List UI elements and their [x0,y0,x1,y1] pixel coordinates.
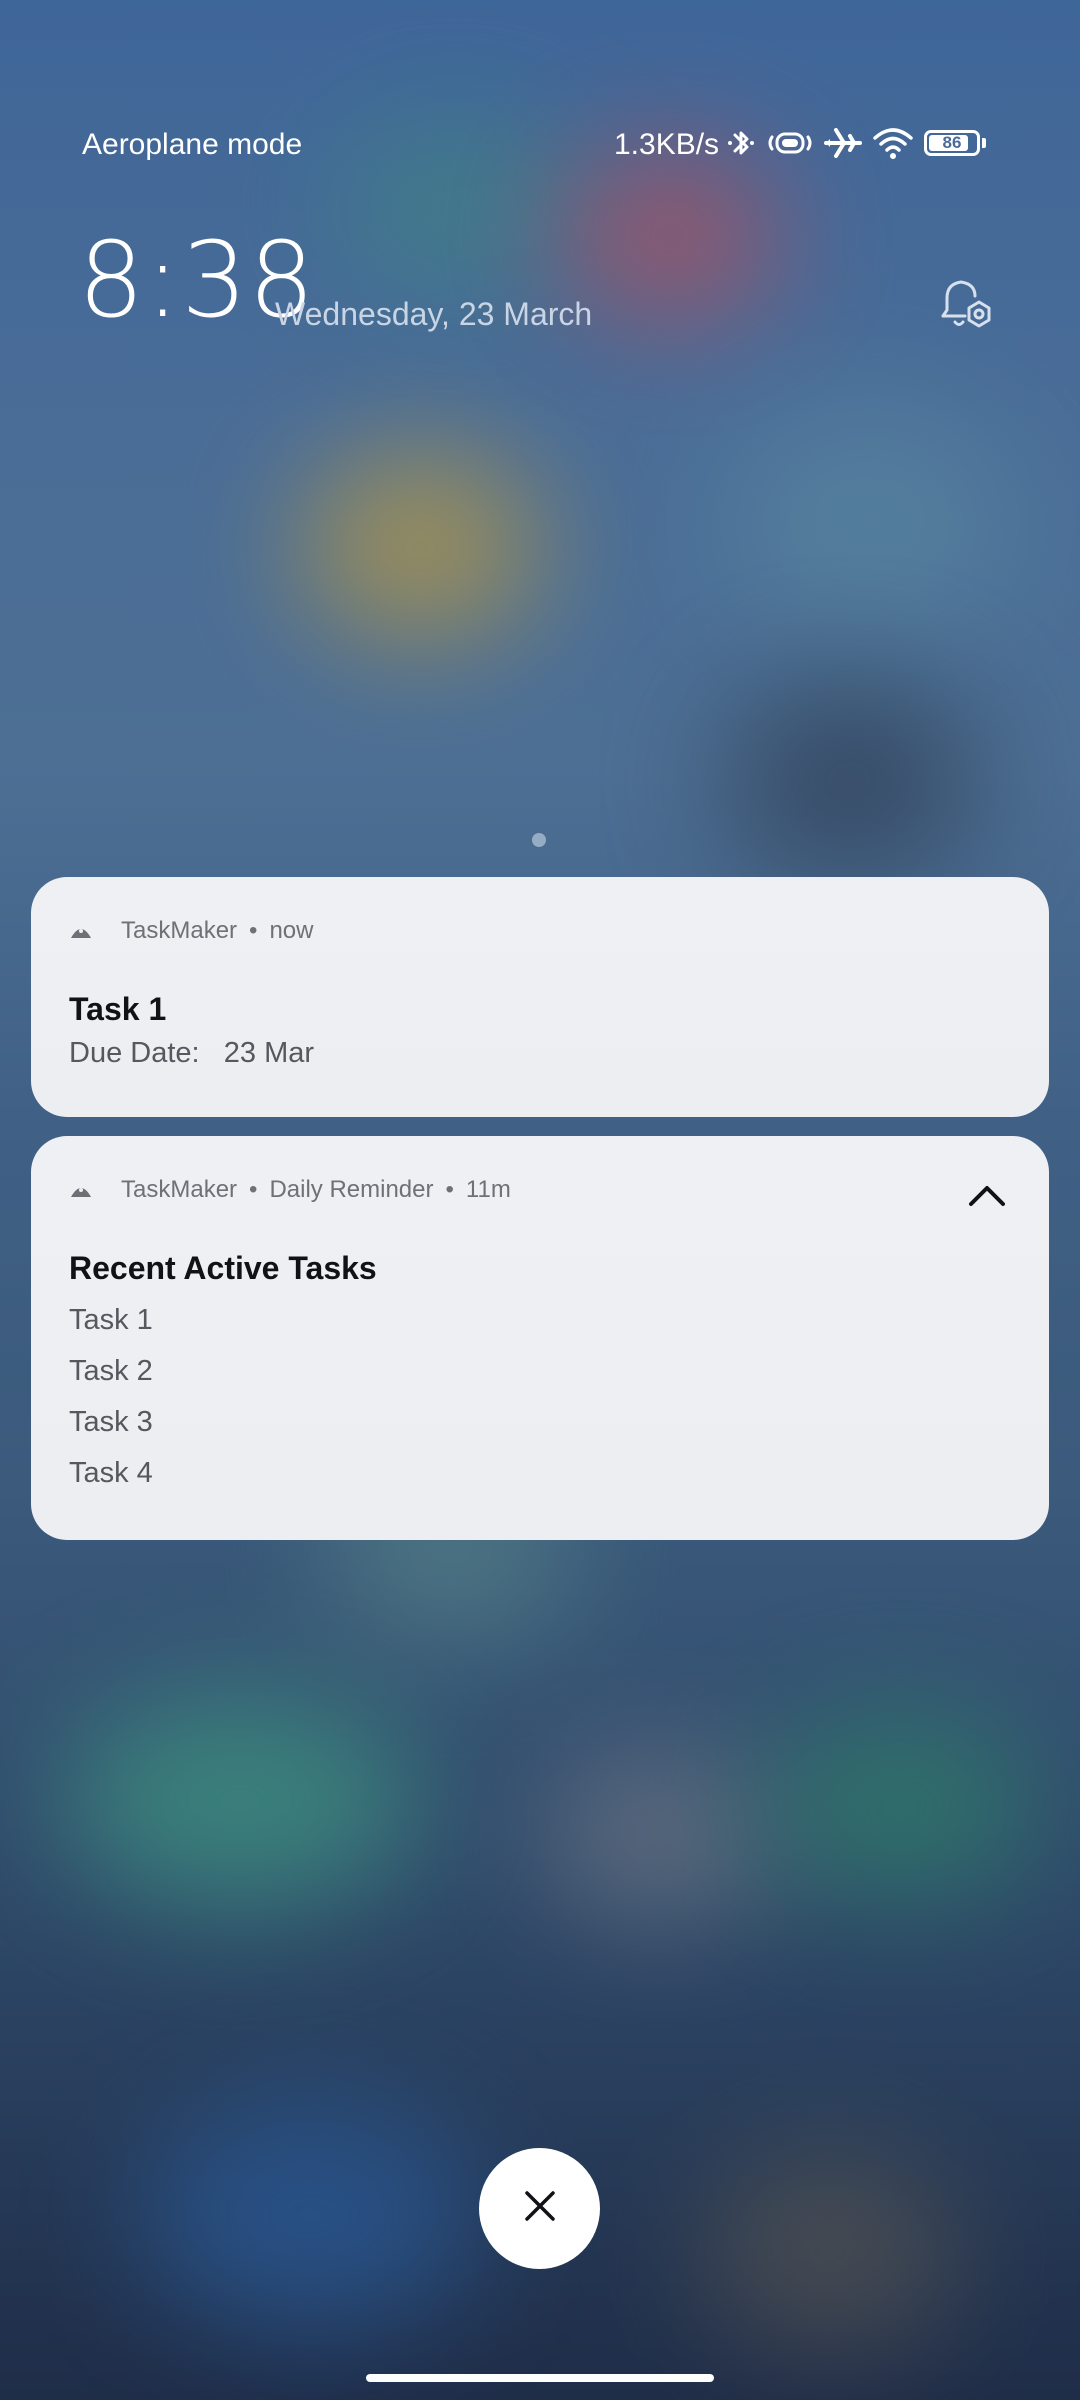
app-icon [69,921,93,941]
wallpaper-blob [560,150,780,320]
home-indicator[interactable] [366,2374,714,2382]
task-item: Task 3 [69,1406,153,1438]
notification-title: Task 1 [69,991,167,1027]
notification-header: TaskMaker • Daily Reminder • 11m [69,1176,511,1204]
status-icons: 86 [726,126,986,160]
battery-level: 86 [942,133,962,152]
wallpaper-blob [720,680,980,880]
network-speed: 1.3KB/s [614,128,720,161]
bluetooth-icon [726,126,756,160]
due-date-value: 23 Mar [223,1037,315,1069]
date: Wednesday, 23 March [275,296,593,332]
battery-body: 86 [924,130,980,156]
separator-dot: • [249,1176,258,1203]
notification-title: Recent Active Tasks [69,1250,377,1286]
notification-channel: Daily Reminder [269,1176,434,1203]
wallpaper-blob [720,400,1020,640]
separator-dot: • [249,917,258,944]
wifi-icon [872,126,914,160]
chevron-up-icon[interactable] [967,1180,1007,1210]
task-item: Task 1 [69,1304,153,1336]
airplane-icon [824,126,862,160]
app-icon [69,1180,93,1200]
vibrate-icon [766,128,814,158]
wallpaper-blob [540,1750,780,1920]
notification-time: 11m [465,1176,511,1203]
close-icon [523,2189,557,2228]
wallpaper-blob [140,2100,480,2330]
carrier-label: Aeroplane mode [82,128,303,161]
page-indicator-dot [532,833,546,847]
wallpaper-blob [700,2150,960,2350]
app-name: TaskMaker [121,917,238,944]
task-item: Task 4 [69,1457,153,1489]
wallpaper-blob [60,1690,420,1910]
separator-dot: • [445,1176,454,1203]
task-item: Task 2 [69,1355,153,1387]
notification-card[interactable]: TaskMaker • now Task 1 Due Date: 23 Mar [31,877,1049,1117]
notification-time: now [269,917,314,944]
notification-body: Due Date: 23 Mar [69,1037,314,1070]
notification-card-expanded[interactable]: TaskMaker • Daily Reminder • 11m Recent … [31,1136,1049,1540]
app-name: TaskMaker [121,1176,238,1203]
clear-notifications-button[interactable] [479,2148,600,2269]
battery-tip [982,138,986,148]
wallpaper-blob [760,1710,1040,1900]
wallpaper-blob [300,450,540,640]
lock-screen: Aeroplane mode 1.3KB/s 86 8:38 Wednesday… [0,0,1080,2400]
wallpaper-blob [330,120,580,290]
due-date-label: Due Date: [69,1037,200,1069]
notification-settings-icon[interactable] [935,276,997,336]
notification-header: TaskMaker • now [69,917,313,945]
battery-icon: 86 [924,130,986,156]
